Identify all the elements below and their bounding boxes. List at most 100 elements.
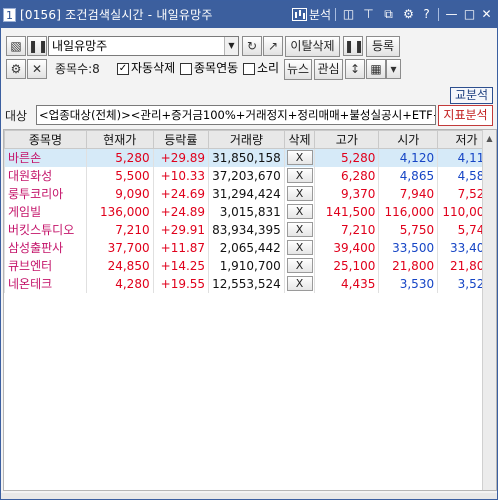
sound-checkbox[interactable]: 소리 [243, 61, 279, 76]
results-grid[interactable]: 종목명 현재가 등락률 거래량 삭제 고가 시가 저가 바른손 5,280 +29.… [3, 129, 497, 491]
stock-name-cell: 삼성출판사 [4, 238, 87, 257]
pause-realtime-icon[interactable]: ❚❚ [343, 36, 364, 56]
header-current-price[interactable]: 현재가 [85, 130, 154, 149]
window-title: [0156] 조건검색실시간 - 내일유망주 [20, 8, 213, 22]
delete-cell: X [283, 220, 316, 239]
delete-row-button[interactable]: X [286, 150, 313, 166]
table-row[interactable]: 큐브엔터 24,850 +14.25 1,910,700 X 25,100 21,800 21… [4, 256, 496, 275]
change-rate-cell: +29.89 [152, 148, 210, 167]
delete-row-button[interactable]: X [286, 222, 313, 237]
high-price-cell: 6,280 [314, 166, 380, 185]
target-label: 대상 [5, 109, 28, 123]
vertical-scrollbar[interactable]: ▲ [482, 130, 496, 490]
change-rate-cell: +10.33 [152, 166, 210, 185]
table-row[interactable]: 대원화성 5,500 +10.33 37,203,670 X 6,280 4,865 4,58… [4, 166, 496, 185]
delete-row-button[interactable]: X [286, 240, 313, 255]
window-icon[interactable]: ◫ [341, 7, 356, 22]
exit-delete-button[interactable]: 이탈삭제 [285, 36, 340, 57]
delete-row-button[interactable]: X [286, 258, 313, 273]
table-row[interactable]: 바른손 5,280 +29.89 31,850,158 X 5,280 4,120 4,115 [4, 148, 496, 167]
stock-name-cell: 바른손 [4, 148, 87, 167]
volume-cell: 31,850,158 [208, 148, 285, 167]
high-price-cell: 25,100 [314, 256, 380, 275]
open-price-cell: 7,940 [378, 184, 439, 203]
indicator-analysis-button[interactable]: 지표분석 [438, 105, 493, 126]
cross-analysis-button[interactable]: 교분석 [450, 87, 493, 104]
close-icon[interactable]: ✕ [479, 7, 494, 22]
chevron-down-icon[interactable]: ▼ [224, 37, 238, 55]
change-rate-cell: +19.55 [152, 274, 210, 293]
grid-layout-icon[interactable]: ▦ [366, 59, 386, 79]
table-row[interactable]: 버킷스튜디오 7,210 +29.91 83,934,395 X 7,210 5,750 5,… [4, 220, 496, 239]
delete-row-button[interactable]: X [286, 204, 313, 219]
refresh-icon[interactable]: ↻ [242, 36, 262, 56]
header-change-rate[interactable]: 등락률 [152, 130, 210, 149]
volume-cell: 3,015,831 [208, 202, 285, 221]
condition-text: <업종대상(전체)><관리+증거금100%+거래정지+정리매매+불성실공시+ET… [36, 105, 436, 125]
checkbox-unchecked-icon [243, 62, 255, 75]
news-button[interactable]: 뉴스 [284, 59, 312, 80]
volume-cell: 37,203,670 [208, 166, 285, 185]
title-separator [335, 8, 336, 21]
current-price-cell: 37,700 [85, 238, 154, 257]
pause-icon[interactable]: ❚❚ [27, 36, 48, 56]
register-button[interactable]: 등록 [366, 36, 400, 57]
auto-delete-checkbox[interactable]: ✓ 자동삭제 [117, 61, 175, 76]
open-price-cell: 116,000 [378, 202, 439, 221]
change-rate-cell: +11.87 [152, 238, 210, 257]
header-delete[interactable]: 삭제 [283, 130, 316, 149]
current-price-cell: 7,210 [85, 220, 154, 239]
delete-row-button[interactable]: X [286, 186, 313, 201]
status-bar [1, 493, 497, 499]
window: 1 [0156] 조건검색실시간 - 내일유망주 분석 ◫ ⊤ ⧉ ⚙ ? — … [0, 0, 498, 500]
stock-name-cell: 대원화성 [4, 166, 87, 185]
condition-list-icon[interactable]: ▧ [6, 36, 26, 56]
volume-cell: 83,934,395 [208, 220, 285, 239]
header-stock-name[interactable]: 종목명 [4, 130, 87, 149]
header-high[interactable]: 고가 [314, 130, 380, 149]
current-price-cell: 136,000 [85, 202, 154, 221]
scroll-up-icon[interactable]: ▲ [483, 132, 496, 146]
checkbox-checked-icon: ✓ [117, 62, 129, 75]
pin-icon[interactable]: ⊤ [361, 7, 376, 22]
results-table: 종목명 현재가 등락률 거래량 삭제 고가 시가 저가 바른손 5,280 +29.… [4, 130, 496, 293]
delete-row-button[interactable]: X [286, 168, 313, 183]
condition-select-value: 내일유망주 [52, 39, 108, 53]
interest-button[interactable]: 관심 [314, 59, 343, 80]
high-price-cell: 141,500 [314, 202, 380, 221]
analysis-button[interactable]: 분석 [292, 6, 331, 23]
minimize-icon[interactable]: — [444, 7, 459, 22]
high-price-cell: 4,435 [314, 274, 380, 293]
table-row[interactable]: 삼성출판사 37,700 +11.87 2,065,442 X 39,400 33,500 3… [4, 238, 496, 257]
delete-row-button[interactable]: X [286, 276, 313, 291]
table-row[interactable]: 룽투코리아 9,090 +24.69 31,294,424 X 9,370 7,940 7,5… [4, 184, 496, 203]
help-icon[interactable]: ? [419, 7, 434, 22]
header-open[interactable]: 시가 [378, 130, 439, 149]
volume-cell: 31,294,424 [208, 184, 285, 203]
condition-select[interactable]: 내일유망주 ▼ [48, 36, 239, 56]
delete-cell: X [283, 184, 316, 203]
sort-icon[interactable]: ↕ [345, 59, 365, 79]
table-row[interactable]: 네온테크 4,280 +19.55 12,553,524 X 4,435 3,530 3,52… [4, 274, 496, 293]
delete-cell: X [283, 202, 316, 221]
header-volume[interactable]: 거래량 [208, 130, 285, 149]
open-price-cell: 4,120 [378, 148, 439, 167]
title-separator-2 [438, 8, 439, 21]
table-row[interactable]: 게임빌 136,000 +24.89 3,015,831 X 141,500 116,000… [4, 202, 496, 221]
maximize-icon[interactable]: □ [462, 7, 477, 22]
tool-icon[interactable]: ⚙ [401, 7, 416, 22]
title-bar[interactable]: 1 [0156] 조건검색실시간 - 내일유망주 분석 ◫ ⊤ ⧉ ⚙ ? — … [1, 1, 497, 28]
high-price-cell: 9,370 [314, 184, 380, 203]
clear-icon[interactable]: ✕ [27, 59, 47, 79]
chart-line-icon[interactable]: ↗ [263, 36, 283, 56]
volume-cell: 2,065,442 [208, 238, 285, 257]
analysis-label: 분석 [309, 8, 332, 22]
settings-icon[interactable]: ⚙ [6, 59, 26, 79]
change-rate-cell: +24.69 [152, 184, 210, 203]
stock-name-cell: 게임빌 [4, 202, 87, 221]
stock-link-checkbox[interactable]: 종목연동 [180, 61, 238, 76]
high-price-cell: 39,400 [314, 238, 380, 257]
stock-name-cell: 네온테크 [4, 274, 87, 293]
layout-dropdown-icon[interactable]: ▾ [386, 59, 401, 79]
copy-icon[interactable]: ⧉ [381, 7, 396, 22]
